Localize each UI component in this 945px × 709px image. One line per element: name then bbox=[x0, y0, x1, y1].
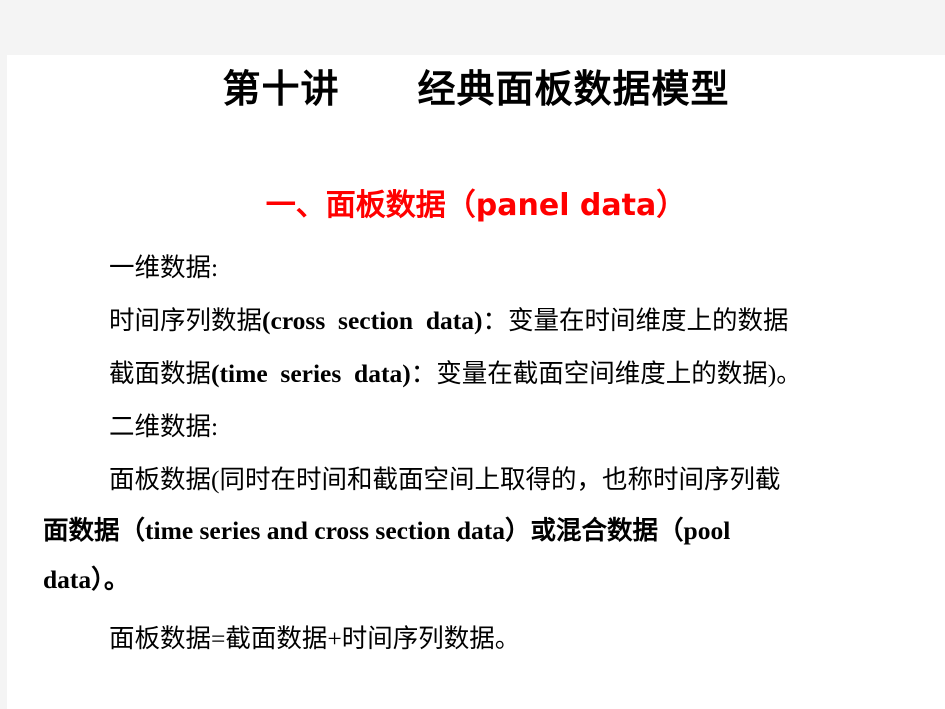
body-line-time-series: 时间序列数据(cross section data)：变量在时间维度上的数据 bbox=[43, 294, 909, 347]
body-text-prefix: 时间序列数据 bbox=[109, 306, 263, 335]
body-line-panel-def-1: 面板数据(同时在时间和截面空间上取得的，也称时间序列截 bbox=[109, 465, 781, 494]
page-title: 第十讲 经典面板数据模型 bbox=[222, 67, 730, 111]
body-text-term: (cross section data) bbox=[262, 306, 483, 335]
section-heading: 一、面板数据（panel data） bbox=[265, 188, 687, 223]
body-line-2d-label: 二维数据: bbox=[109, 412, 219, 441]
body-line-cross-section: 截面数据(time series data)：变量在截面空间维度上的数据)。 bbox=[43, 347, 909, 400]
body-text-term: (time series data) bbox=[211, 359, 411, 388]
body-line-1d-label: 一维数据: bbox=[109, 253, 219, 282]
slide-body: 一维数据: 时间序列数据(cross section data)：变量在时间维度… bbox=[43, 241, 909, 665]
body-text-suffix: ：变量在时间维度上的数据 bbox=[482, 306, 789, 335]
body-line-panel-def-2: 面数据（time series and cross section data）或… bbox=[43, 506, 909, 555]
body-text-prefix: 截面数据 bbox=[109, 359, 212, 388]
body-text-suffix: ：变量在截面空间维度上的数据)。 bbox=[410, 359, 802, 388]
slide-canvas: 第十讲 经典面板数据模型 一、面板数据（panel data） 一维数据: 时间… bbox=[7, 55, 945, 709]
body-text: data）。 bbox=[43, 565, 130, 594]
body-line-panel-formula: 面板数据=截面数据+时间序列数据。 bbox=[109, 624, 521, 653]
body-line-panel-def-3: data）。 bbox=[43, 555, 909, 604]
body-text: 面数据（time series and cross section data）或… bbox=[43, 516, 731, 545]
